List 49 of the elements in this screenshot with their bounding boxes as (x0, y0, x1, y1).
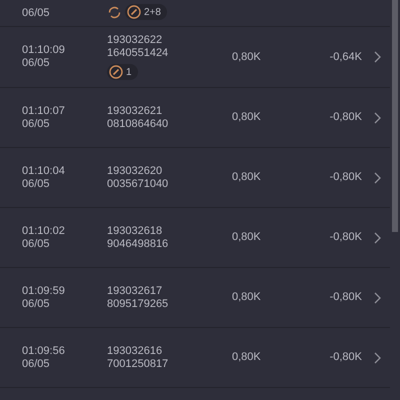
tag-chip[interactable]: 1 (107, 64, 138, 80)
trade-time: 01:09:59 (22, 284, 66, 298)
trade-time: 01:10:07 (22, 104, 66, 118)
order-id: 193032617 (107, 284, 164, 298)
trade-date: 06/05 (22, 298, 51, 310)
trade-date: 06/05 (22, 178, 51, 190)
trade-date: 06/05 (22, 118, 51, 130)
ticket-id: 0035671040 (107, 178, 170, 190)
chevron-right-icon[interactable] (374, 352, 381, 364)
trade-time: 01:10:09 (22, 44, 66, 57)
amount: 0,80K (232, 231, 262, 244)
amount: 0,80K (232, 171, 262, 184)
order-id: 193032621 (107, 104, 164, 118)
amount: 0,80K (232, 111, 262, 124)
ticket-id: 0810864640 (107, 118, 170, 130)
profit: -0,80K (328, 111, 362, 124)
refresh-icon (107, 4, 122, 20)
trade-time: 01:09:56 (22, 344, 66, 358)
chevron-right-icon[interactable] (374, 232, 381, 244)
scrollbar[interactable] (392, 0, 398, 232)
trade-time: 01:10:04 (22, 164, 66, 178)
chevron-right-icon[interactable] (374, 292, 381, 304)
trade-date: 06/05 (22, 57, 51, 70)
order-id: 193032616 (107, 344, 164, 358)
trade-date: 06/05 (22, 358, 51, 370)
compass-icon (109, 65, 123, 79)
amount: 0,80K (232, 351, 262, 364)
ticket-id: 9046498816 (107, 238, 170, 250)
ticket-id: 7001250817 (107, 358, 170, 370)
trade-time: 01:10:02 (22, 224, 66, 238)
order-id: 193032618 (107, 224, 164, 238)
tag-chip[interactable]: 2+8 (125, 4, 167, 20)
order-id: 193032622 (107, 34, 164, 47)
profit: -0,80K (328, 351, 362, 364)
ticket-id: 1640551424 (107, 47, 170, 60)
chevron-right-icon[interactable] (374, 112, 381, 124)
profit: -0,80K (328, 231, 362, 244)
profit: -0,64K (328, 50, 362, 64)
chevron-right-icon[interactable] (374, 51, 381, 63)
chevron-right-icon[interactable] (374, 172, 381, 184)
trade-date: 06/05 (22, 238, 51, 250)
amount: 0,80K (232, 291, 262, 304)
profit: -0,80K (328, 171, 362, 184)
profit: -0,80K (328, 291, 362, 304)
order-id: 193032620 (107, 164, 164, 178)
ticket-id: 8095179265 (107, 298, 170, 310)
trade-date: 06/05 (22, 7, 51, 20)
amount: 0,80K (232, 50, 262, 64)
compass-icon (127, 5, 141, 19)
